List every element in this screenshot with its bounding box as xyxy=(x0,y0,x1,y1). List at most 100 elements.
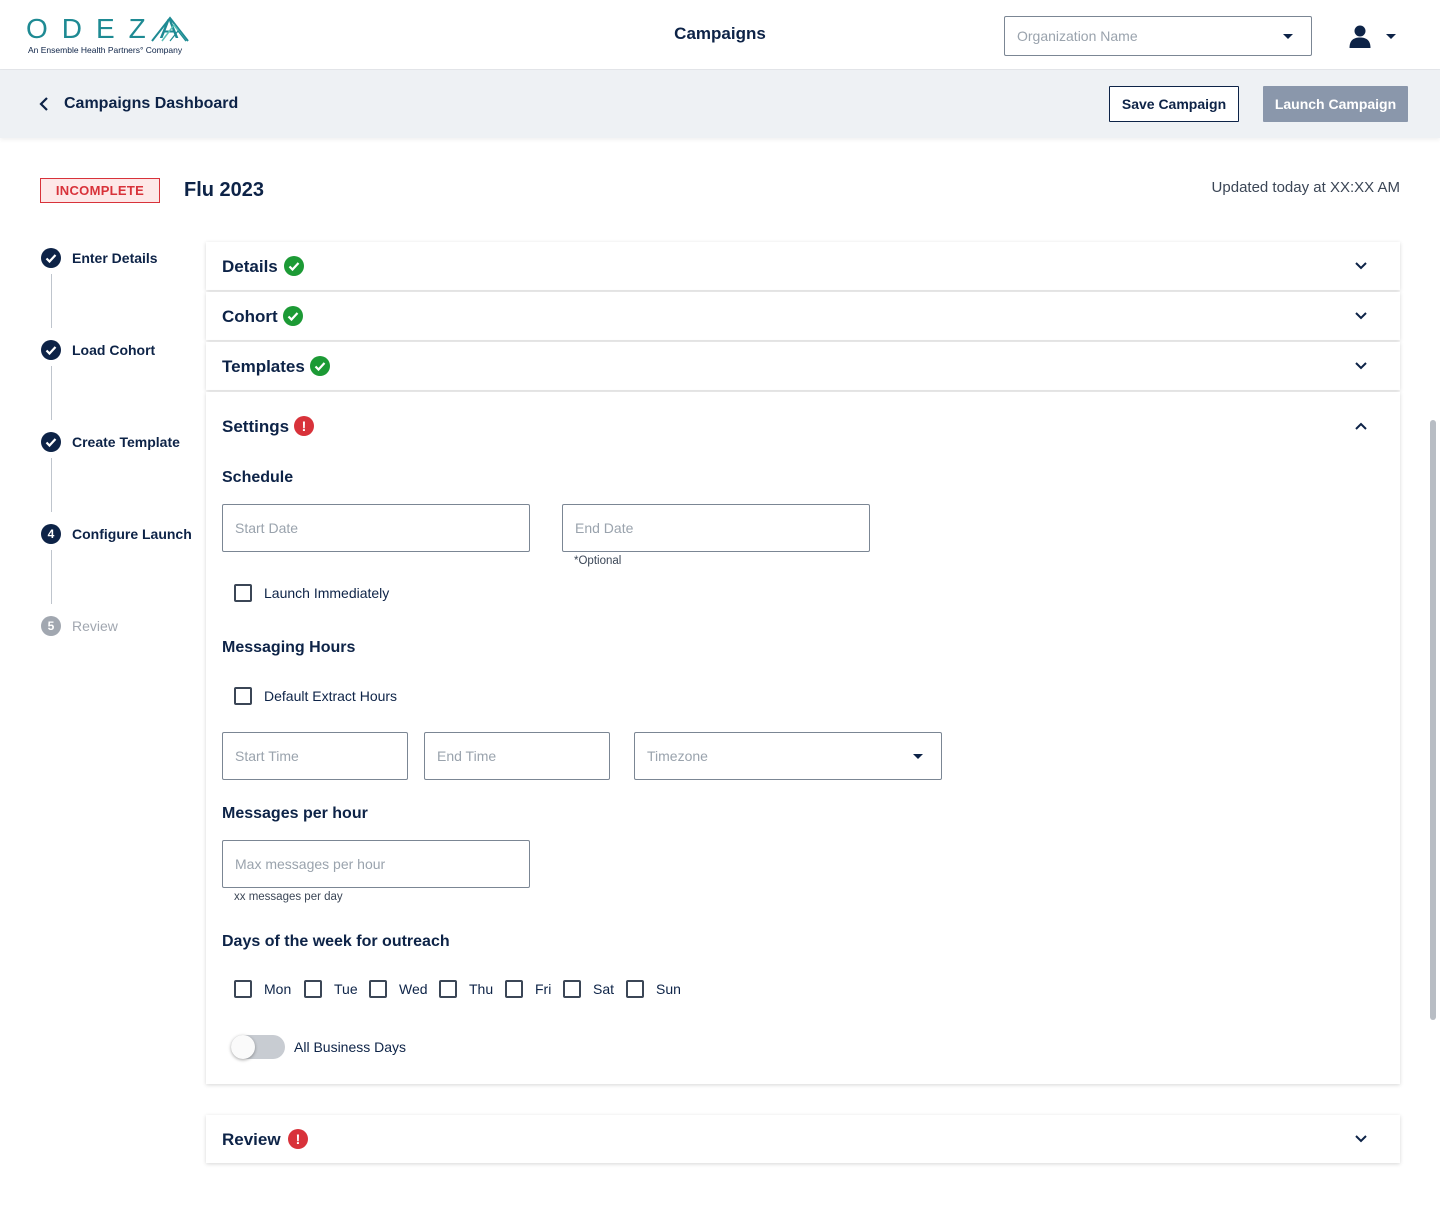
page-scrollbar[interactable] xyxy=(1430,420,1436,1020)
accordion-title: Cohort xyxy=(222,307,278,326)
user-icon xyxy=(1349,25,1371,48)
stepper-connector xyxy=(51,366,52,420)
error-icon: ! xyxy=(294,416,314,436)
launch-immediately-checkbox[interactable] xyxy=(234,584,252,602)
launch-campaign-button[interactable]: Launch Campaign xyxy=(1263,86,1408,122)
chevron-down-icon[interactable] xyxy=(1354,361,1368,371)
updated-timestamp: Updated today at XX:XX AM xyxy=(1211,179,1400,196)
save-campaign-button[interactable]: Save Campaign xyxy=(1109,86,1239,122)
messages-per-day-hint: xx messages per day xyxy=(234,891,343,903)
day-checkbox-thu[interactable] xyxy=(439,980,457,998)
check-icon xyxy=(41,248,61,268)
step-enter-details[interactable]: Enter Details xyxy=(40,248,210,270)
schedule-label: Schedule xyxy=(222,469,294,486)
progress-stepper: Enter Details Load Cohort Create Templat… xyxy=(40,248,200,648)
breadcrumb-campaigns-dashboard[interactable]: Campaigns Dashboard xyxy=(64,95,238,113)
chevron-down-icon[interactable] xyxy=(1354,261,1368,271)
accordion-settings: Settings ! Schedule Start Date End Date … xyxy=(206,392,1400,1084)
day-checkbox-fri[interactable] xyxy=(505,980,523,998)
day-label-mon: Mon xyxy=(264,981,292,997)
day-checkbox-sat[interactable] xyxy=(563,980,581,998)
end-date-field[interactable]: End Date xyxy=(562,504,870,552)
start-time-placeholder: Start Time xyxy=(235,748,299,764)
day-checkbox-wed[interactable] xyxy=(369,980,387,998)
step-label: Configure Launch xyxy=(72,526,192,542)
default-extract-hours-label: Default Extract Hours xyxy=(264,688,398,704)
step-load-cohort[interactable]: Load Cohort xyxy=(40,340,210,362)
step-number: 5 xyxy=(41,616,61,636)
all-business-days-label: All Business Days xyxy=(294,1039,407,1055)
back-arrow-icon[interactable] xyxy=(36,95,52,113)
success-check-icon xyxy=(284,256,304,276)
status-badge: INCOMPLETE xyxy=(40,178,160,203)
campaign-toolbar: Campaigns Dashboard Save Campaign Launch… xyxy=(0,70,1440,138)
day-checkbox-sun[interactable] xyxy=(626,980,644,998)
chevron-up-icon[interactable] xyxy=(1354,421,1368,431)
messaging-hours-label: Messaging Hours xyxy=(222,639,356,656)
all-business-days-toggle[interactable] xyxy=(231,1035,285,1059)
step-label: Review xyxy=(72,618,118,634)
top-bar: ODEZA An Ensemble Health Partners° Compa… xyxy=(0,0,1440,70)
chevron-down-icon[interactable] xyxy=(1354,311,1368,321)
campaign-name: Flu 2023 xyxy=(184,179,265,201)
error-icon: ! xyxy=(288,1129,308,1149)
default-extract-hours-checkbox[interactable] xyxy=(234,687,252,705)
logo-tagline: An Ensemble Health Partners° Company xyxy=(28,45,183,55)
day-checkbox-tue[interactable] xyxy=(304,980,322,998)
check-icon xyxy=(41,340,61,360)
chevron-down-icon[interactable] xyxy=(1354,1134,1368,1144)
day-label-thu: Thu xyxy=(469,981,494,997)
odeza-logo[interactable]: ODEZA An Ensemble Health Partners° Compa… xyxy=(26,14,196,58)
toggle-knob xyxy=(231,1035,255,1059)
step-label: Load Cohort xyxy=(72,342,156,358)
day-label-sun: Sun xyxy=(656,981,681,997)
stepper-connector xyxy=(51,458,52,512)
chevron-down-icon xyxy=(1283,34,1293,39)
logo-mountain-icon xyxy=(151,16,189,42)
step-label: Create Template xyxy=(72,434,180,450)
chevron-down-icon xyxy=(913,754,923,759)
step-create-template[interactable]: Create Template xyxy=(40,432,210,454)
step-number: 4 xyxy=(41,524,61,544)
success-check-icon xyxy=(310,356,330,376)
day-label-tue: Tue xyxy=(334,981,358,997)
page-title: Campaigns xyxy=(674,24,766,43)
max-messages-placeholder: Max messages per hour xyxy=(235,856,386,872)
day-checkbox-mon[interactable] xyxy=(234,980,252,998)
accordion-templates[interactable]: Templates xyxy=(206,342,1400,390)
end-date-optional-hint: *Optional xyxy=(574,555,622,567)
launch-immediately-label: Launch Immediately xyxy=(264,585,390,601)
step-review[interactable]: 5 Review xyxy=(40,616,210,638)
timezone-placeholder: Timezone xyxy=(647,748,708,764)
accordion-details[interactable]: Details xyxy=(206,242,1400,290)
end-time-field[interactable]: End Time xyxy=(424,732,610,780)
check-icon xyxy=(41,432,61,452)
organization-select-placeholder: Organization Name xyxy=(1017,28,1138,44)
days-of-week-label: Days of the week for outreach xyxy=(222,933,450,950)
start-time-field[interactable]: Start Time xyxy=(222,732,408,780)
end-date-placeholder: End Date xyxy=(575,520,634,536)
user-menu-button[interactable] xyxy=(1344,20,1404,52)
organization-select[interactable]: Organization Name xyxy=(1004,16,1312,56)
accordion-cohort[interactable]: Cohort xyxy=(206,292,1400,340)
accordion-review[interactable]: Review ! xyxy=(206,1115,1400,1163)
end-time-placeholder: End Time xyxy=(437,748,497,764)
stepper-connector xyxy=(51,550,52,604)
day-label-wed: Wed xyxy=(399,981,428,997)
step-label: Enter Details xyxy=(72,250,158,266)
messages-per-hour-label: Messages per hour xyxy=(222,805,368,822)
max-messages-field[interactable]: Max messages per hour xyxy=(222,840,530,888)
accordion-title: Templates xyxy=(222,357,305,376)
stepper-connector xyxy=(51,274,52,328)
accordion-title: Settings xyxy=(222,417,290,436)
accordion-title: Details xyxy=(222,257,278,276)
day-label-fri: Fri xyxy=(535,981,552,997)
success-check-icon xyxy=(283,306,303,326)
accordion-title: Review xyxy=(222,1130,281,1149)
start-date-field[interactable]: Start Date xyxy=(222,504,530,552)
user-menu-caret-icon xyxy=(1386,34,1396,39)
timezone-select[interactable]: Timezone xyxy=(634,732,942,780)
day-label-sat: Sat xyxy=(593,981,615,997)
step-configure-launch[interactable]: 4 Configure Launch xyxy=(40,524,210,546)
start-date-placeholder: Start Date xyxy=(235,520,299,536)
